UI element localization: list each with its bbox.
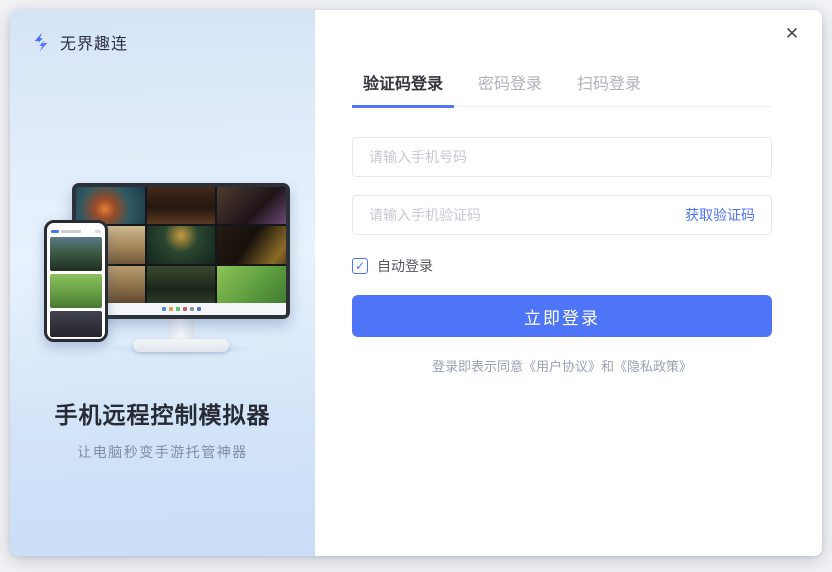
game-tile — [217, 265, 286, 303]
game-tile — [76, 187, 145, 225]
tab-qr-login[interactable]: 扫码登录 — [566, 70, 652, 108]
phone-header-action-bar — [95, 229, 101, 233]
privacy-policy-link[interactable]: 《隐私政策》 — [614, 359, 692, 374]
phone-game-thumb — [50, 237, 102, 271]
auto-login-label: 自动登录 — [377, 258, 433, 274]
login-button[interactable]: 立即登录 — [352, 295, 772, 337]
code-field: 获取验证码 — [352, 195, 772, 235]
taskbar-icon — [189, 307, 194, 311]
promo-title: 手机远程控制模拟器 — [54, 402, 271, 428]
game-tile — [217, 187, 286, 225]
brand-name: 无界趣连 — [60, 36, 129, 53]
phone-header-title-bar — [61, 229, 81, 233]
agreement-conjunction: 和 — [601, 359, 615, 374]
game-tile — [146, 265, 216, 303]
checkmark-icon: ✓ — [354, 259, 366, 273]
phone-field — [352, 137, 772, 177]
phone-thumbnails — [47, 236, 105, 338]
close-button[interactable]: ✕ — [780, 22, 804, 46]
phone-header-accent — [51, 229, 59, 233]
agreement-text: 登录即表示同意《用户协议》和《隐私政策》 — [352, 356, 772, 375]
phone-nav-bar — [47, 338, 105, 339]
game-tile — [217, 226, 286, 264]
phone-game-thumb — [50, 311, 102, 337]
auto-login-checkbox[interactable]: ✓ — [352, 258, 368, 274]
login-panel: ✕ 验证码登录 密码登录 扫码登录 获取验证码 ✓ 自动登录 立即登录 — [315, 10, 822, 556]
brand: 无界趣连 — [30, 30, 128, 54]
brand-lightning-icon — [34, 32, 48, 52]
auto-login-row: ✓ 自动登录 — [352, 256, 772, 276]
taskbar-icon — [182, 307, 187, 311]
phone-input[interactable] — [369, 138, 755, 176]
close-icon: ✕ — [784, 24, 800, 44]
login-form: 验证码登录 密码登录 扫码登录 获取验证码 ✓ 自动登录 立即登录 登录即表示同… — [352, 10, 772, 375]
agreement-prefix: 登录即表示同意 — [431, 359, 523, 374]
get-code-button[interactable]: 获取验证码 — [685, 205, 755, 225]
tab-password-login[interactable]: 密码登录 — [467, 70, 553, 108]
left-promo-panel: 无界趣连 手机远程控制模拟器 让电脑秒变手游托管神器 — [10, 10, 315, 556]
user-agreement-link[interactable]: 《用户协议》 — [523, 359, 601, 374]
promo-subtitle: 让电脑秒变手游托管神器 — [77, 444, 248, 460]
devices-illustration — [10, 175, 315, 375]
game-tile — [146, 187, 216, 225]
taskbar-icon — [175, 307, 180, 311]
phone-game-thumb — [50, 274, 102, 308]
game-tile — [146, 226, 216, 264]
taskbar-icon — [196, 307, 201, 311]
login-tabs: 验证码登录 密码登录 扫码登录 — [352, 70, 772, 108]
phone — [44, 220, 108, 342]
code-input[interactable] — [369, 196, 685, 234]
tab-sms-login[interactable]: 验证码登录 — [352, 70, 455, 108]
login-window: 无界趣连 手机远程控制模拟器 让电脑秒变手游托管神器 ✕ 验证码登录 密码登录 … — [10, 10, 822, 556]
taskbar-icon — [161, 307, 166, 311]
taskbar-icon — [168, 307, 173, 311]
phone-header — [47, 223, 105, 236]
monitor-stand-base — [133, 339, 229, 352]
